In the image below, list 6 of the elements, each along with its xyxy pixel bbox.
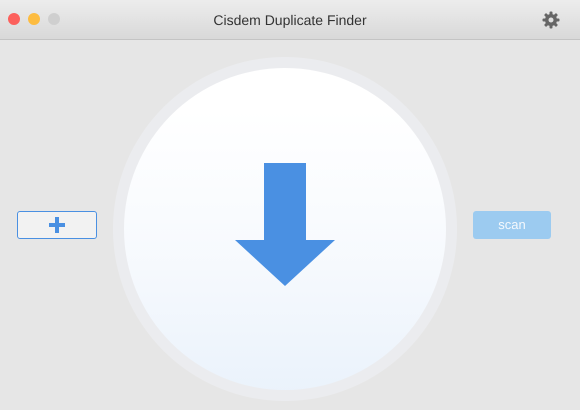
settings-icon[interactable] [542, 11, 560, 29]
down-arrow-icon [235, 163, 335, 286]
plus-icon [48, 216, 66, 234]
window-title: Cisdem Duplicate Finder [213, 12, 367, 28]
add-button[interactable] [17, 211, 97, 239]
close-button[interactable] [8, 13, 20, 25]
